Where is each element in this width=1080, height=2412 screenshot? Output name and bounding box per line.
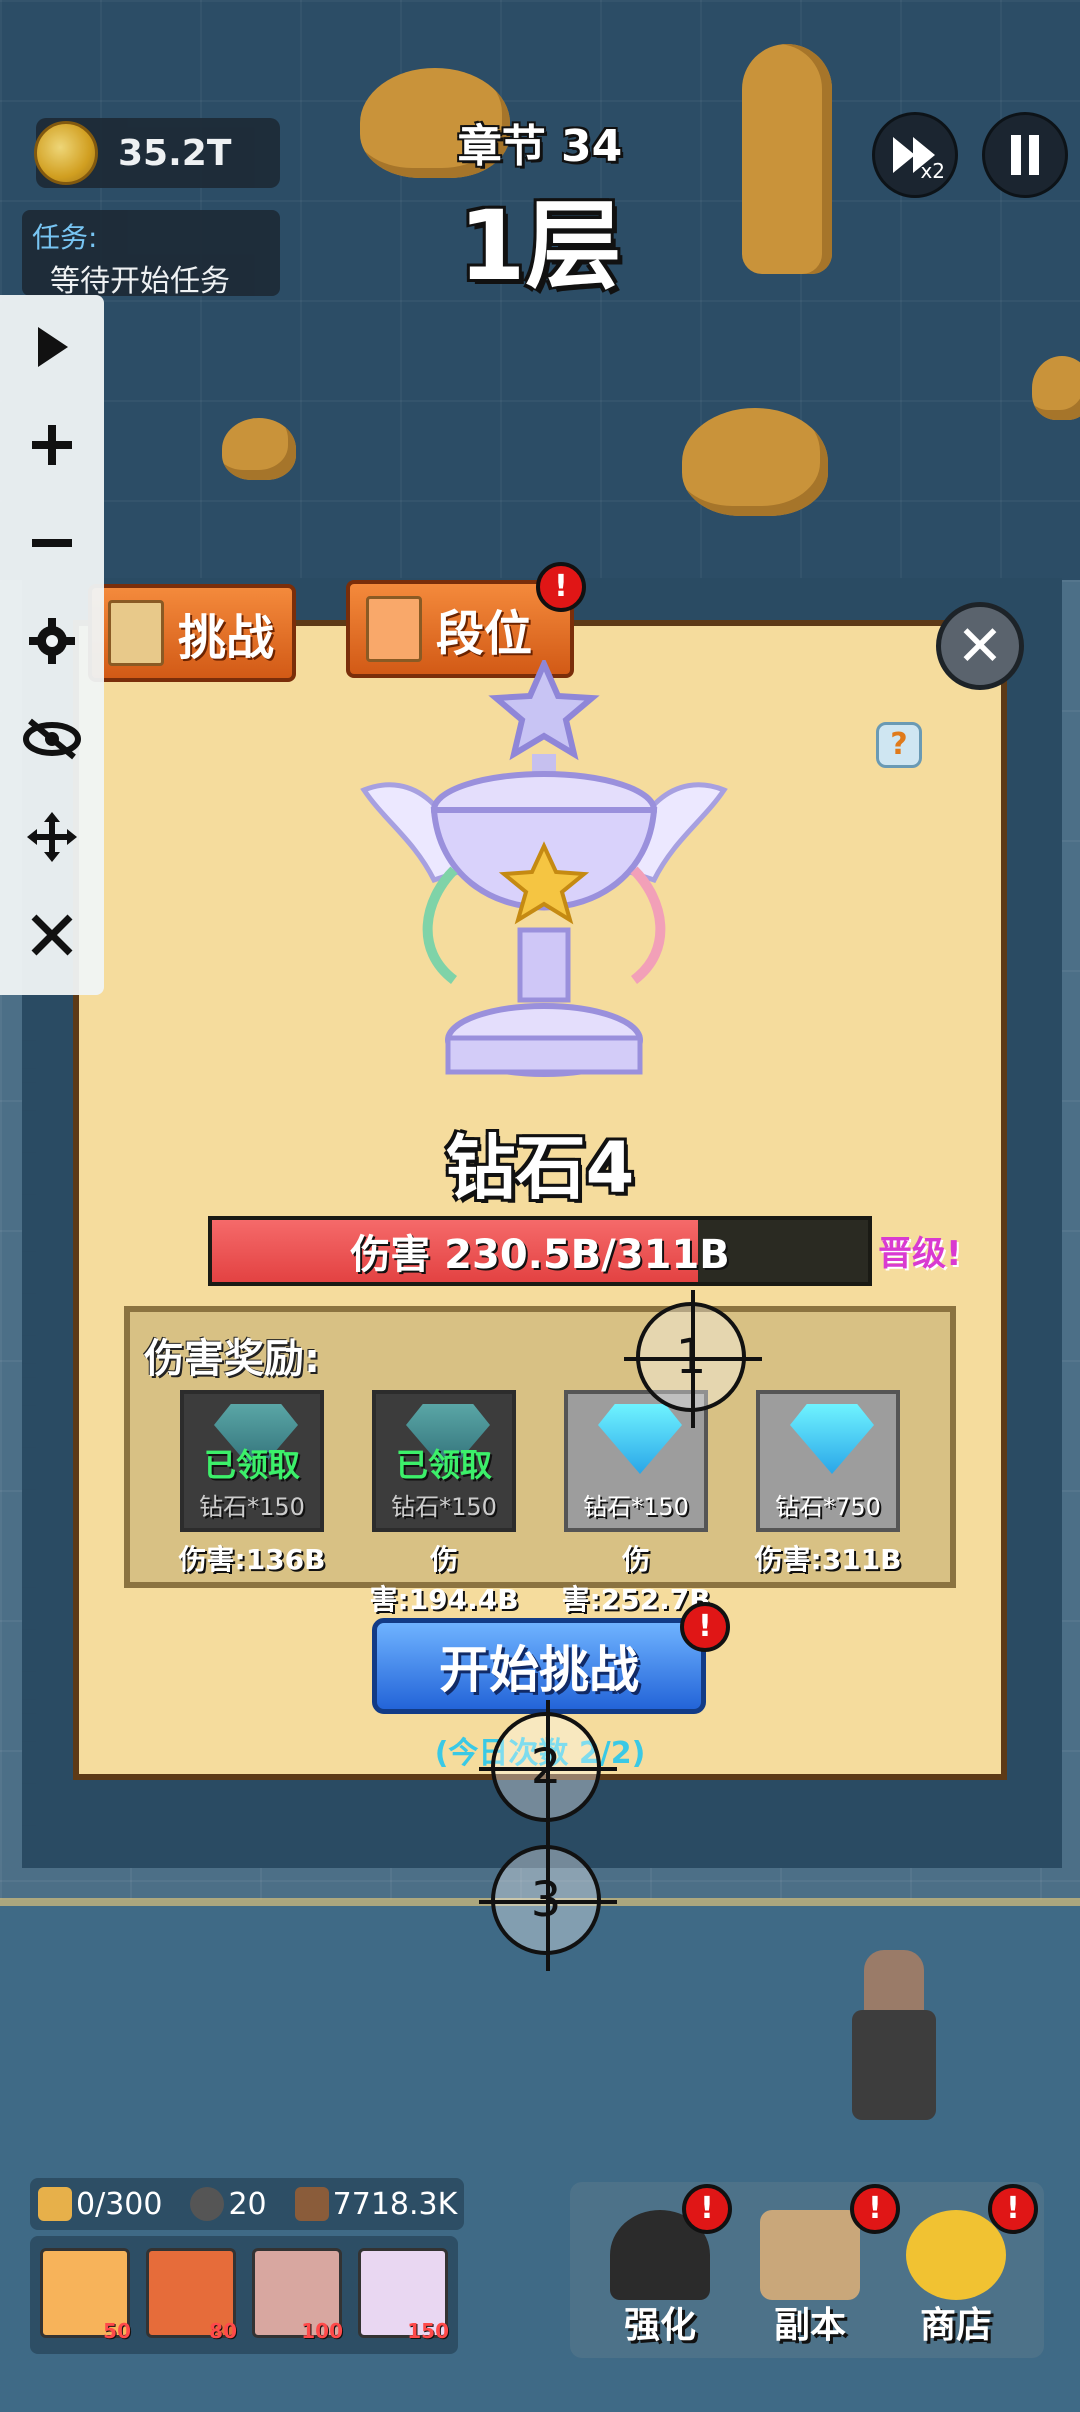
claimed-label: 已领取 (395, 1446, 492, 1484)
notification-badge: ! (680, 1602, 730, 1652)
pause-icon (1011, 135, 1039, 175)
archer-icon (366, 596, 422, 662)
stats-bar: 0/300 20 7718.3K (30, 2178, 464, 2230)
chapter-label: 章节 34 (457, 121, 623, 172)
angel-skill-icon[interactable]: 150 (358, 2248, 449, 2343)
reward-item[interactable]: 已领取 钻石*150 (180, 1390, 324, 1532)
spike-skill-icon[interactable]: 100 (252, 2248, 343, 2343)
menu-tray: 强化 副本 商店 (570, 2182, 1044, 2358)
minus-icon[interactable] (14, 505, 90, 581)
crosshair-marker[interactable]: 3 (479, 1833, 617, 1971)
task-panel[interactable]: 任务: 等待开始任务 (22, 210, 280, 299)
progress-text: 伤害 230.5B/311B (350, 1232, 730, 1278)
help-button[interactable]: ? (876, 722, 922, 768)
fire-skill-icon[interactable]: 80 (146, 2248, 237, 2343)
reward-amount: 钻石*150 (199, 1493, 305, 1521)
energy-stat: 0/300 (30, 2187, 162, 2222)
shop-label: 商店 (919, 2305, 992, 2346)
stone-icon (190, 2187, 225, 2221)
crosshair-marker[interactable]: 1 (624, 1290, 762, 1428)
promote-label[interactable]: 晋级! (878, 1226, 962, 1275)
bolt-icon (38, 2187, 72, 2221)
power-value: 7718.3K (332, 2186, 458, 2222)
task-status: 等待开始任务 (50, 264, 230, 299)
reward-amount: 钻石*750 (775, 1493, 881, 1521)
skill-cost: 100 (301, 2319, 343, 2343)
power-stat: 7718.3K (287, 2186, 458, 2222)
map-icon (760, 2210, 860, 2300)
reward-damage: 伤害:136B (178, 1543, 326, 1576)
pause-button[interactable] (982, 112, 1068, 198)
energy-value: 0/300 (76, 2186, 163, 2222)
coin-icon (34, 121, 98, 185)
notification-badge: ! (988, 2184, 1038, 2234)
reward-damage: 伤害:311B (754, 1543, 902, 1576)
speed-multiplier: x2 (920, 159, 945, 183)
skill-cost: 150 (407, 2319, 449, 2343)
skill-tray: 50 80 100 150 (30, 2236, 458, 2354)
reward-item[interactable]: 钻石*750 (756, 1390, 900, 1532)
stone-stat: 20 (182, 2186, 267, 2222)
diamond-icon (598, 1404, 682, 1474)
tab-challenge-label: 挑战 (178, 610, 275, 666)
rank-title: 钻石4 (445, 1127, 635, 1209)
scroll-icon (108, 600, 164, 666)
task-title: 任务: (32, 221, 98, 254)
reward-amount: 钻石*150 (583, 1493, 689, 1521)
coin-counter: 35.2T (34, 118, 280, 188)
damage-rewards-panel: 伤害奖励: 已领取 钻石*150 伤害:136B 已领取 钻石*150 伤害:1… (124, 1306, 956, 1616)
play-icon[interactable] (14, 309, 90, 385)
coin-amount: 35.2T (118, 132, 232, 174)
crosshair-marker[interactable]: 2 (479, 1700, 617, 1838)
plus-icon[interactable] (14, 407, 90, 483)
hero-body (852, 2010, 936, 2120)
tab-challenge[interactable]: 挑战 (88, 584, 296, 682)
dungeon-label: 副本 (773, 2305, 846, 2346)
speed-button[interactable]: x2 (872, 112, 958, 198)
notification-badge: ! (850, 2184, 900, 2234)
stone-value: 20 (228, 2186, 267, 2222)
explosion-skill-icon[interactable]: 50 (40, 2248, 131, 2343)
trophy-icon (360, 660, 728, 1077)
shop-icon (906, 2210, 1006, 2300)
close-icon[interactable] (14, 897, 90, 973)
close-dialog-button[interactable]: ✕ (936, 602, 1024, 690)
diamond-icon (790, 1404, 874, 1474)
move-icon[interactable] (14, 799, 90, 875)
tab-rank-label: 段位 (436, 606, 533, 662)
upgrade-label: 强化 (623, 2305, 696, 2346)
skill-cost: 80 (209, 2319, 237, 2343)
damage-progress-bar: 伤害 230.5B/311B (208, 1216, 872, 1286)
reward-damage: 伤害:194.4B (369, 1543, 519, 1616)
rock-decoration (1032, 356, 1080, 420)
floor-label: 1层 (458, 190, 622, 302)
start-challenge-button[interactable]: 开始挑战 (372, 1618, 706, 1714)
claimed-label: 已领取 (203, 1446, 300, 1484)
notification-badge: ! (682, 2184, 732, 2234)
reward-item[interactable]: 已领取 钻石*150 (372, 1390, 516, 1532)
hero-character (846, 1950, 942, 2126)
notification-badge: ! (536, 562, 586, 612)
sword-icon (294, 2187, 329, 2221)
rock-spire-decoration (742, 44, 832, 274)
eye-off-icon[interactable] (14, 701, 90, 777)
overlay-toolbar (0, 295, 104, 995)
gear-icon[interactable] (14, 603, 90, 679)
skill-cost: 50 (103, 2319, 131, 2343)
rock-decoration (682, 408, 828, 516)
rock-decoration (222, 418, 296, 480)
rewards-title: 伤害奖励: (144, 1336, 320, 1382)
reward-amount: 钻石*150 (391, 1493, 497, 1521)
